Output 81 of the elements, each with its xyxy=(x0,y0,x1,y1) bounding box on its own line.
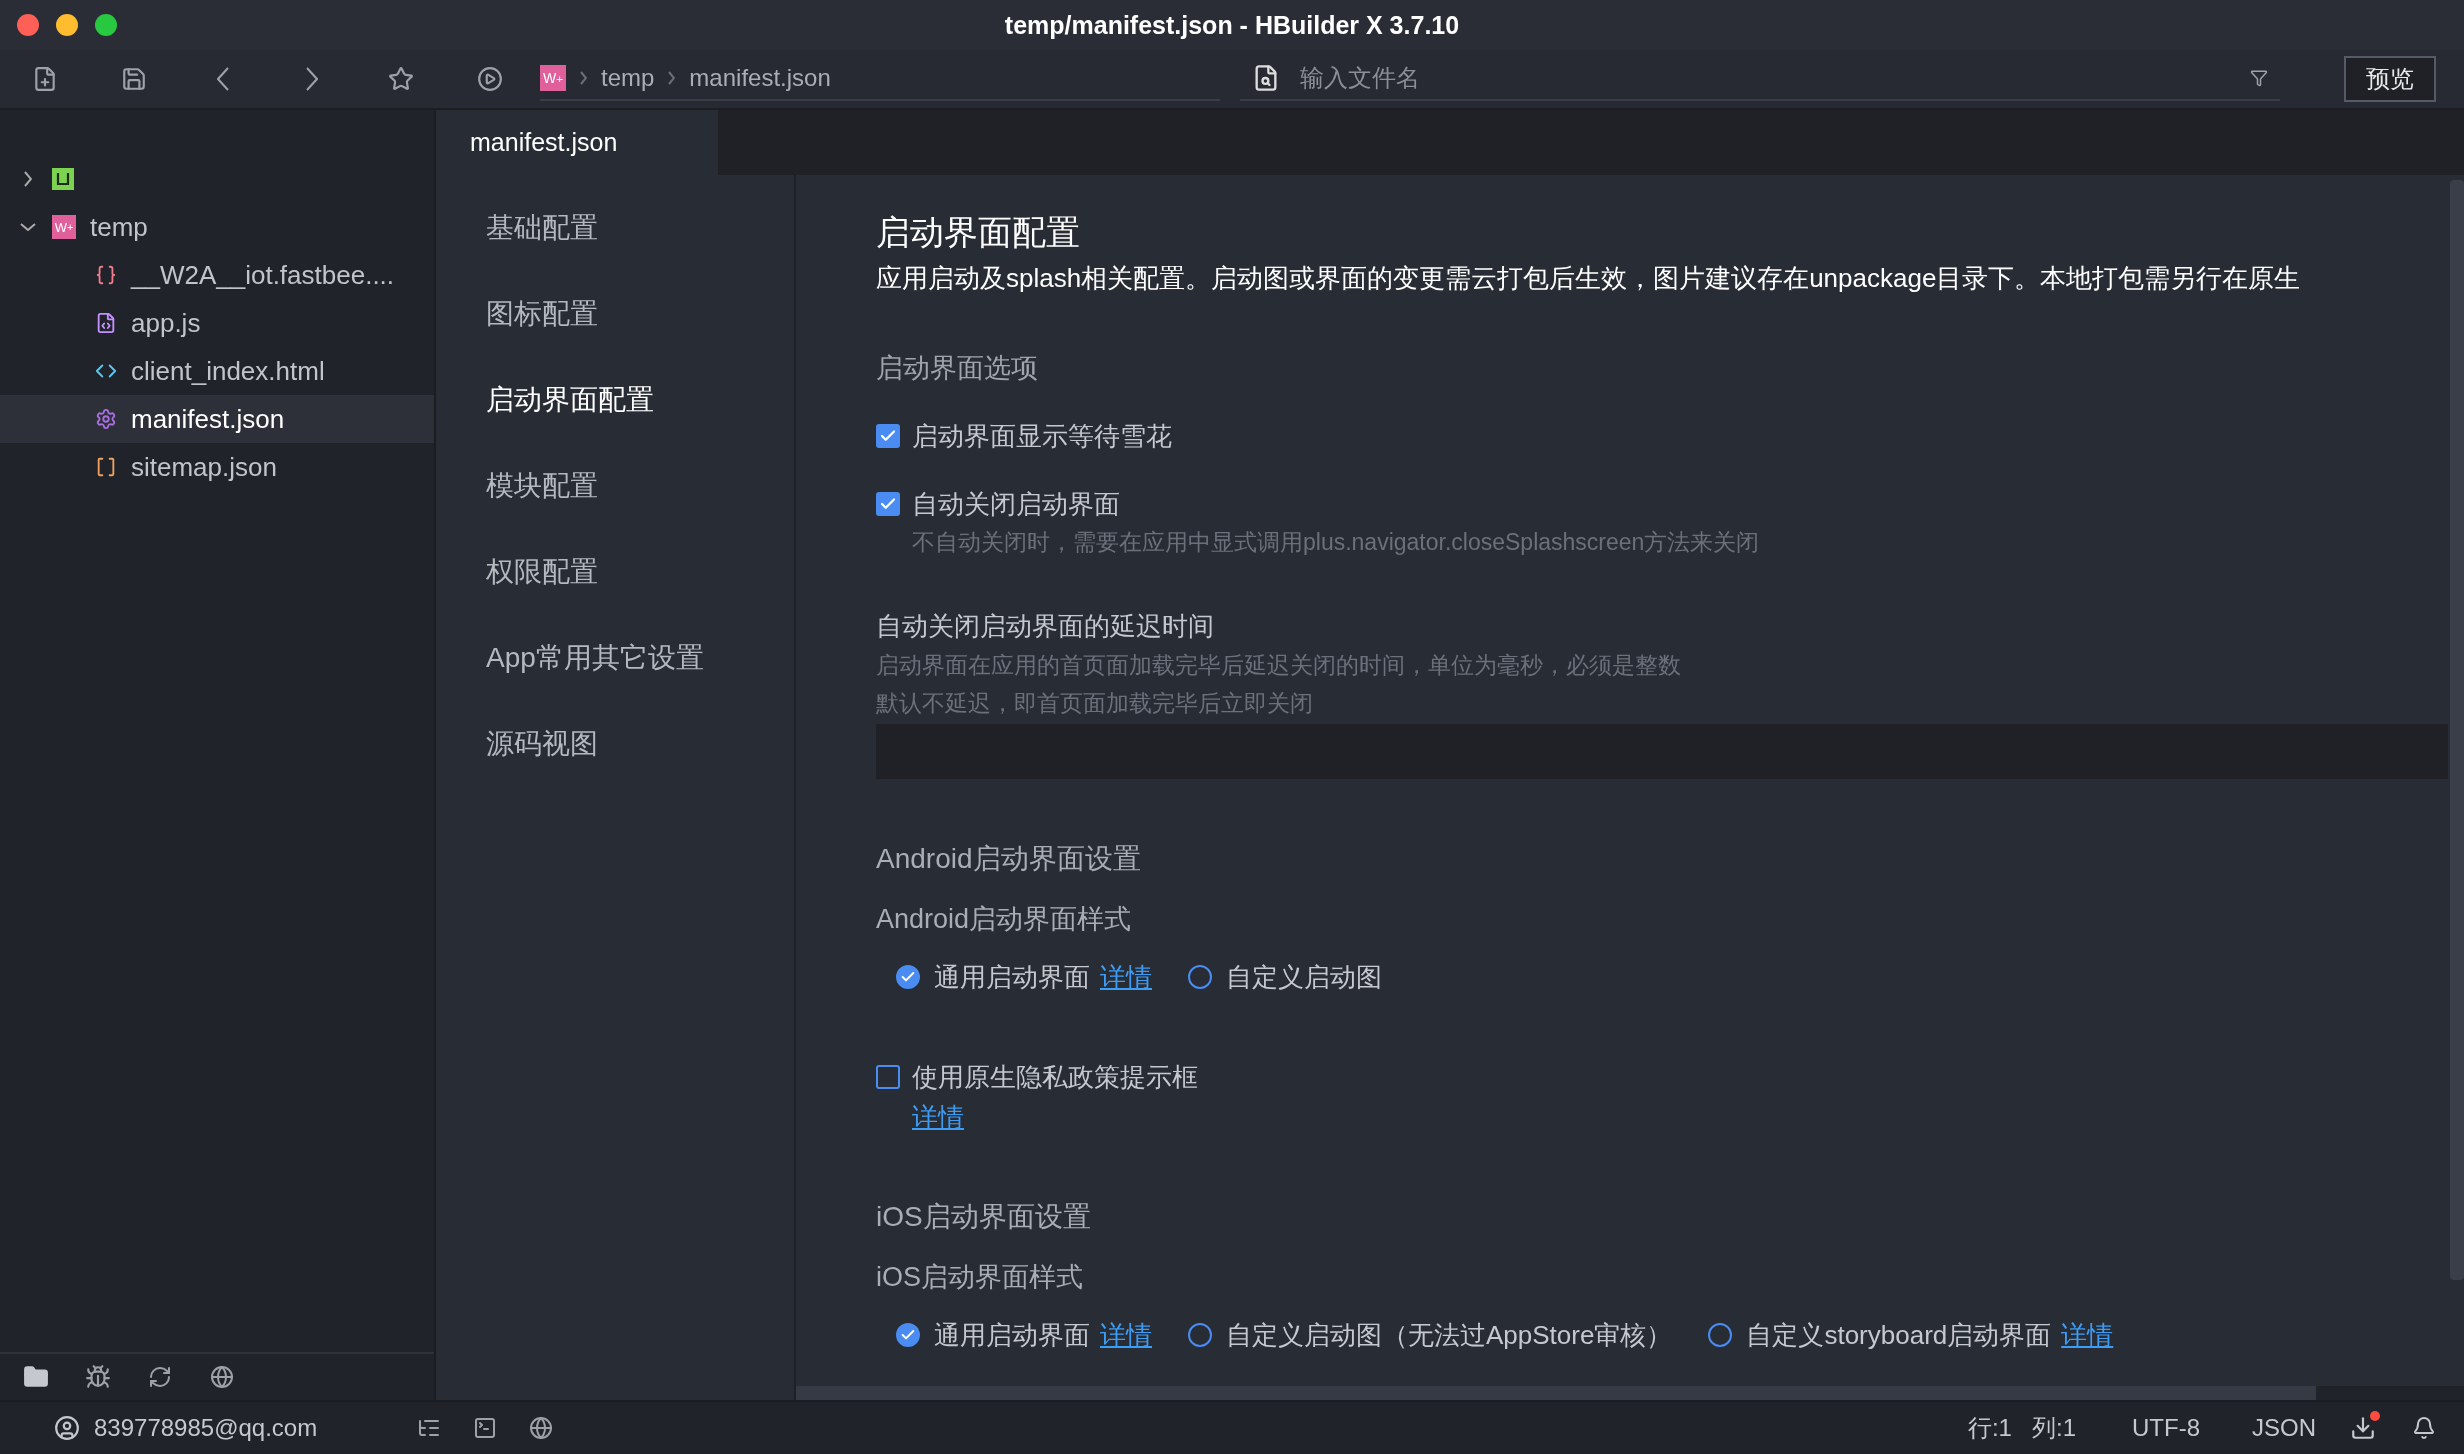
bell-icon[interactable] xyxy=(2412,1416,2436,1440)
tree-item[interactable]: app.js xyxy=(0,299,434,347)
hint-text: 启动界面在应用的首页面加载完毕后延迟关闭的时间，单位为毫秒，必须是整数 xyxy=(876,651,1682,680)
details-link[interactable]: 详情 xyxy=(2061,1315,2114,1355)
breadcrumb-item[interactable]: temp xyxy=(601,64,655,92)
encoding-indicator[interactable]: UTF-8 xyxy=(2132,1414,2200,1442)
file-icon xyxy=(95,312,117,334)
play-icon[interactable] xyxy=(476,66,503,92)
section-heading: iOS启动界面设置 xyxy=(876,1200,1092,1234)
page-title: 启动界面配置 xyxy=(876,212,1081,253)
tree-item[interactable]: __W2A__iot.fastbee.... xyxy=(0,251,434,299)
zoom-button[interactable] xyxy=(95,14,117,36)
tree-item[interactable]: client_index.html xyxy=(0,347,434,395)
radio-button[interactable] xyxy=(1188,965,1212,989)
user-icon xyxy=(54,1415,80,1441)
checkbox[interactable] xyxy=(876,424,900,448)
refresh-icon[interactable] xyxy=(148,1365,172,1389)
language-indicator[interactable]: JSON xyxy=(2252,1414,2316,1442)
group-heading: 启动界面选项 xyxy=(876,352,1039,385)
nav-item[interactable]: 启动界面配置 xyxy=(436,357,794,443)
checkbox-label: 使用原生隐私政策提示框 xyxy=(912,1061,1198,1094)
nav-item[interactable]: 图标配置 xyxy=(436,271,794,357)
braces-icon xyxy=(95,264,117,286)
editor-tab[interactable]: manifest.json xyxy=(436,110,718,175)
nav-item[interactable]: App常用其它设置 xyxy=(436,615,794,701)
close-button[interactable] xyxy=(17,14,39,36)
hint-text: 默认不延迟，即首页面加载完毕后立即关闭 xyxy=(876,689,1314,718)
details-link[interactable]: 详情 xyxy=(1100,957,1152,997)
chevron-icon xyxy=(668,71,676,85)
minimize-button[interactable] xyxy=(56,14,78,36)
bug-icon[interactable] xyxy=(85,1364,111,1390)
file-search-field[interactable]: 输入文件名 xyxy=(1298,63,2232,93)
page-description: 应用启动及splash相关配置。启动图或界面的变更需云打包后生效，图片建议存在unpackage目录下。本地打包需另行在原生 xyxy=(876,262,2302,295)
subheading: iOS启动界面样式 xyxy=(876,1261,1084,1294)
forward-icon[interactable] xyxy=(305,67,318,91)
star-icon[interactable] xyxy=(387,66,414,92)
globe-icon[interactable] xyxy=(529,1416,554,1440)
folder-icon[interactable] xyxy=(23,1364,49,1390)
nav-item[interactable]: 权限配置 xyxy=(436,529,794,615)
details-link[interactable]: 详情 xyxy=(912,1097,964,1137)
terminal-icon[interactable] xyxy=(473,1416,498,1440)
project-icon xyxy=(52,168,74,190)
field-label: 自动关闭启动界面的延迟时间 xyxy=(876,610,1215,643)
gear-icon xyxy=(95,408,117,430)
column-indicator[interactable]: 列:1 xyxy=(2031,1412,2076,1444)
radio-label: 通用启动界面 xyxy=(934,961,1090,994)
subheading: Android启动界面样式 xyxy=(876,903,1133,936)
nav-item[interactable]: 源码视图 xyxy=(436,701,794,787)
radio-label: 通用启动界面 xyxy=(934,1319,1090,1352)
radio-button[interactable] xyxy=(1708,1323,1733,1347)
tree-item[interactable]: manifest.json xyxy=(0,395,434,443)
radio-label: 自定义storyboard启动界面 xyxy=(1746,1319,2052,1352)
checkbox[interactable] xyxy=(876,492,900,516)
section-heading: Android启动界面设置 xyxy=(876,842,1142,876)
chevron-icon[interactable] xyxy=(20,223,36,231)
preview-button[interactable]: 预览 xyxy=(2344,56,2436,102)
breadcrumb-item[interactable]: manifest.json xyxy=(689,64,831,92)
nav-item[interactable]: 基础配置 xyxy=(436,185,794,271)
brackets-icon xyxy=(95,456,117,478)
chevron-icon[interactable] xyxy=(24,171,32,187)
scrollbar-thumb[interactable] xyxy=(796,1386,2316,1400)
account-text[interactable]: 839778985@qq.com xyxy=(94,1414,318,1442)
radio-button[interactable] xyxy=(896,965,920,989)
chevron-icon xyxy=(580,71,587,85)
back-icon[interactable] xyxy=(216,67,229,91)
globe-icon[interactable] xyxy=(210,1365,234,1389)
radio-button[interactable] xyxy=(1188,1323,1212,1347)
checkbox-label: 启动界面显示等待雪花 xyxy=(912,420,1172,453)
checkbox-label: 自动关闭启动界面 xyxy=(912,488,1120,521)
radio-label: 自定义启动图 xyxy=(1226,961,1382,994)
line-indicator[interactable]: 行:1 xyxy=(1967,1412,2012,1444)
filter-icon[interactable] xyxy=(2250,69,2268,87)
hint-text: 不自动关闭时，需要在应用中显式调用plus.navigator.closeSplashscreen方法来关闭 xyxy=(911,528,1761,557)
nav-item[interactable]: 模块配置 xyxy=(436,443,794,529)
radio-label: 自定义启动图（无法过AppStore审核） xyxy=(1226,1319,1673,1352)
tree-item[interactable]: sitemap.json xyxy=(0,443,434,491)
save-icon[interactable] xyxy=(120,66,147,92)
window-title: temp/manifest.json - HBuilder X 3.7.10 xyxy=(1003,10,1461,40)
radio-button[interactable] xyxy=(896,1323,920,1347)
details-link[interactable]: 详情 xyxy=(1100,1315,1152,1355)
checkbox[interactable] xyxy=(876,1065,900,1089)
